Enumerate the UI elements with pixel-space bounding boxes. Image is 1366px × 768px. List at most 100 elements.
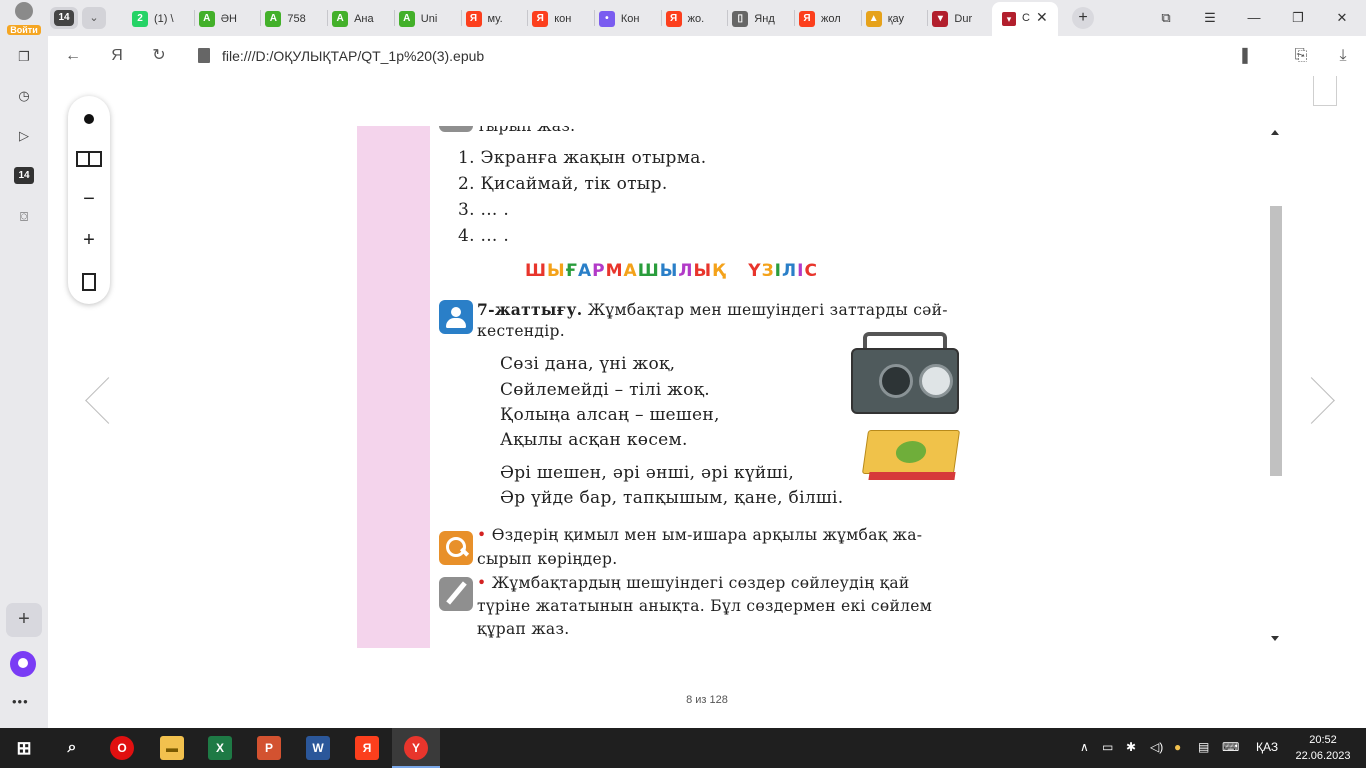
close-icon[interactable]: ✕ [1036,9,1048,26]
yandex-browser-taskbar-button[interactable]: Y [392,728,440,768]
book-page: тырып жаз. 1. Экранға жақын отырма. 2. Қ… [357,126,1018,648]
scroll-thumb[interactable] [1270,206,1282,476]
heading-letter: І [774,261,782,281]
next-page-arrow[interactable] [1313,376,1339,428]
tab-separator [593,10,595,26]
page-scrollbar[interactable] [1268,128,1284,648]
zoom-in-button[interactable]: + [74,225,104,255]
document-icon: ▯ [732,11,749,27]
green-a-icon: A [332,11,349,27]
search-icon [439,531,473,565]
more-icon[interactable]: ••• [12,694,29,709]
previous-page-arrow[interactable] [82,376,108,428]
tab[interactable]: A Uni [398,6,457,32]
bookmark-ribbon-icon[interactable] [1313,76,1337,106]
tab[interactable]: ▲ қау [865,6,924,32]
close-window-button[interactable]: ✕ [1332,8,1352,28]
tab-separator [393,10,395,26]
battery-icon[interactable]: ▭ [1102,740,1113,754]
two-page-icon [76,150,102,167]
single-page-mode-button[interactable] [74,103,104,133]
yandex-icon[interactable]: Я [355,736,379,760]
minimize-button[interactable]: — [1244,8,1264,28]
riddle-line: Сөйлемейді – тілі жоқ. [500,380,710,400]
play-icon[interactable]: ▷ [13,125,35,147]
reload-icon[interactable]: ↻ [148,45,170,67]
heading-letter: З [761,261,775,281]
heading-letter: Ы [547,261,566,281]
volume-icon[interactable]: ◁) [1150,740,1163,754]
riddle-line: Қолыңа алсаң – шешен, [500,405,720,425]
back-arrow-icon[interactable]: ← [62,45,84,67]
new-tab-button[interactable]: + [1072,7,1094,29]
tab[interactable]: ▾ Dur [932,6,990,32]
bullet: • [477,574,487,592]
tab[interactable]: • Кон [598,6,657,32]
collections-icon[interactable]: ❐ [13,46,35,68]
scroll-up-arrow[interactable] [1271,130,1279,135]
add-panel-button[interactable]: + [6,603,42,637]
keyboard-icon[interactable]: ⌨ [1222,740,1239,754]
tab-count-button[interactable]: 14 [50,7,78,29]
app-tray-icon[interactable]: ● [1174,740,1181,754]
yandex-icon[interactable]: Я [106,45,128,67]
tabs-count-icon[interactable]: 14 [14,167,34,184]
radio-body [851,348,959,414]
tab-count-badge: 14 [54,10,74,26]
opera-icon[interactable]: O [110,736,134,760]
login-button[interactable]: Войти [4,2,44,35]
history-icon[interactable]: ◷ [13,85,35,107]
menu-icon[interactable]: ☰ [1200,8,1220,28]
scroll-down-arrow[interactable] [1271,636,1279,641]
zoom-out-button[interactable]: − [74,184,104,214]
group-work-icon [439,300,473,334]
reader-icon[interactable]: ⎘ [1290,45,1312,67]
download-icon[interactable]: ⤓ [1332,45,1354,67]
start-icon[interactable]: ⊞ [12,736,36,760]
search-icon[interactable]: ⌕ [60,736,84,760]
tab[interactable]: A Ана [332,6,390,32]
task-line: • Жұмбақтардың шешуіндегі сөздер сөйлеуд… [477,574,910,592]
tab[interactable]: Яжо. [665,6,724,32]
list-item: 1. Экранға жақын отырма. [458,148,707,168]
excel-icon[interactable]: X [208,736,232,760]
wifi-icon[interactable]: ✱ [1126,740,1136,754]
word-icon[interactable]: W [306,736,330,760]
fit-page-button[interactable] [74,266,104,296]
tab[interactable]: 2 (1) \ [132,6,190,32]
file-explorer-icon[interactable]: ▬ [160,736,184,760]
yandex-icon: Я [532,11,549,27]
notification-icon[interactable]: ▤ [1198,740,1209,754]
tab-title: жо. [687,13,705,25]
language-indicator[interactable]: ҚАЗ [1256,740,1278,754]
clock[interactable]: 20:52 22.06.2023 [1290,732,1356,764]
screenshot-icon[interactable]: ⌼ [13,206,35,228]
tab[interactable]: Яму. [465,6,524,32]
tab-separator [860,10,862,26]
tab[interactable]: Яжол [799,6,857,32]
chevron-up-icon[interactable]: ∧ [1080,740,1089,754]
tab[interactable]: Якон [532,6,590,32]
tabs-panel-icon[interactable]: ⧉ [1156,8,1176,28]
yandex-browser-icon: Y [404,736,428,760]
heading-letter: Ш [637,261,660,281]
exercise-text: Жұмбақтар мен шешуіндегі заттарды сәй- [587,301,948,319]
alice-assistant-icon[interactable] [10,651,36,677]
riddle-line: Әр үйде бар, тапқышым, қане, білші. [500,488,844,508]
viewer-controls: − + [68,96,110,304]
tab[interactable]: A 758 [265,6,323,32]
bookmark-icon[interactable]: ❚ [1234,45,1256,67]
powerpoint-icon[interactable]: P [257,736,281,760]
tab[interactable]: ▯ Янд [732,6,790,32]
task-text: Өздерің қимыл мен ым-ишара арқылы жұмбақ… [491,526,923,544]
two-page-mode-button[interactable] [74,143,104,173]
restore-button[interactable]: ❐ [1288,8,1308,28]
tab-list-dropdown[interactable]: ⌄ [82,7,106,29]
tab-active[interactable]: ▾ С ✕ [992,2,1058,36]
clock-date: 22.06.2023 [1295,750,1351,762]
book-spine [868,472,956,480]
book-illustration [861,430,961,482]
tab[interactable]: A ӘН [198,6,257,32]
url-field[interactable]: file:///D:/ОҚУЛЫҚТАР/QT_1р%20(3).epub [222,48,484,64]
page-margin [357,126,430,648]
